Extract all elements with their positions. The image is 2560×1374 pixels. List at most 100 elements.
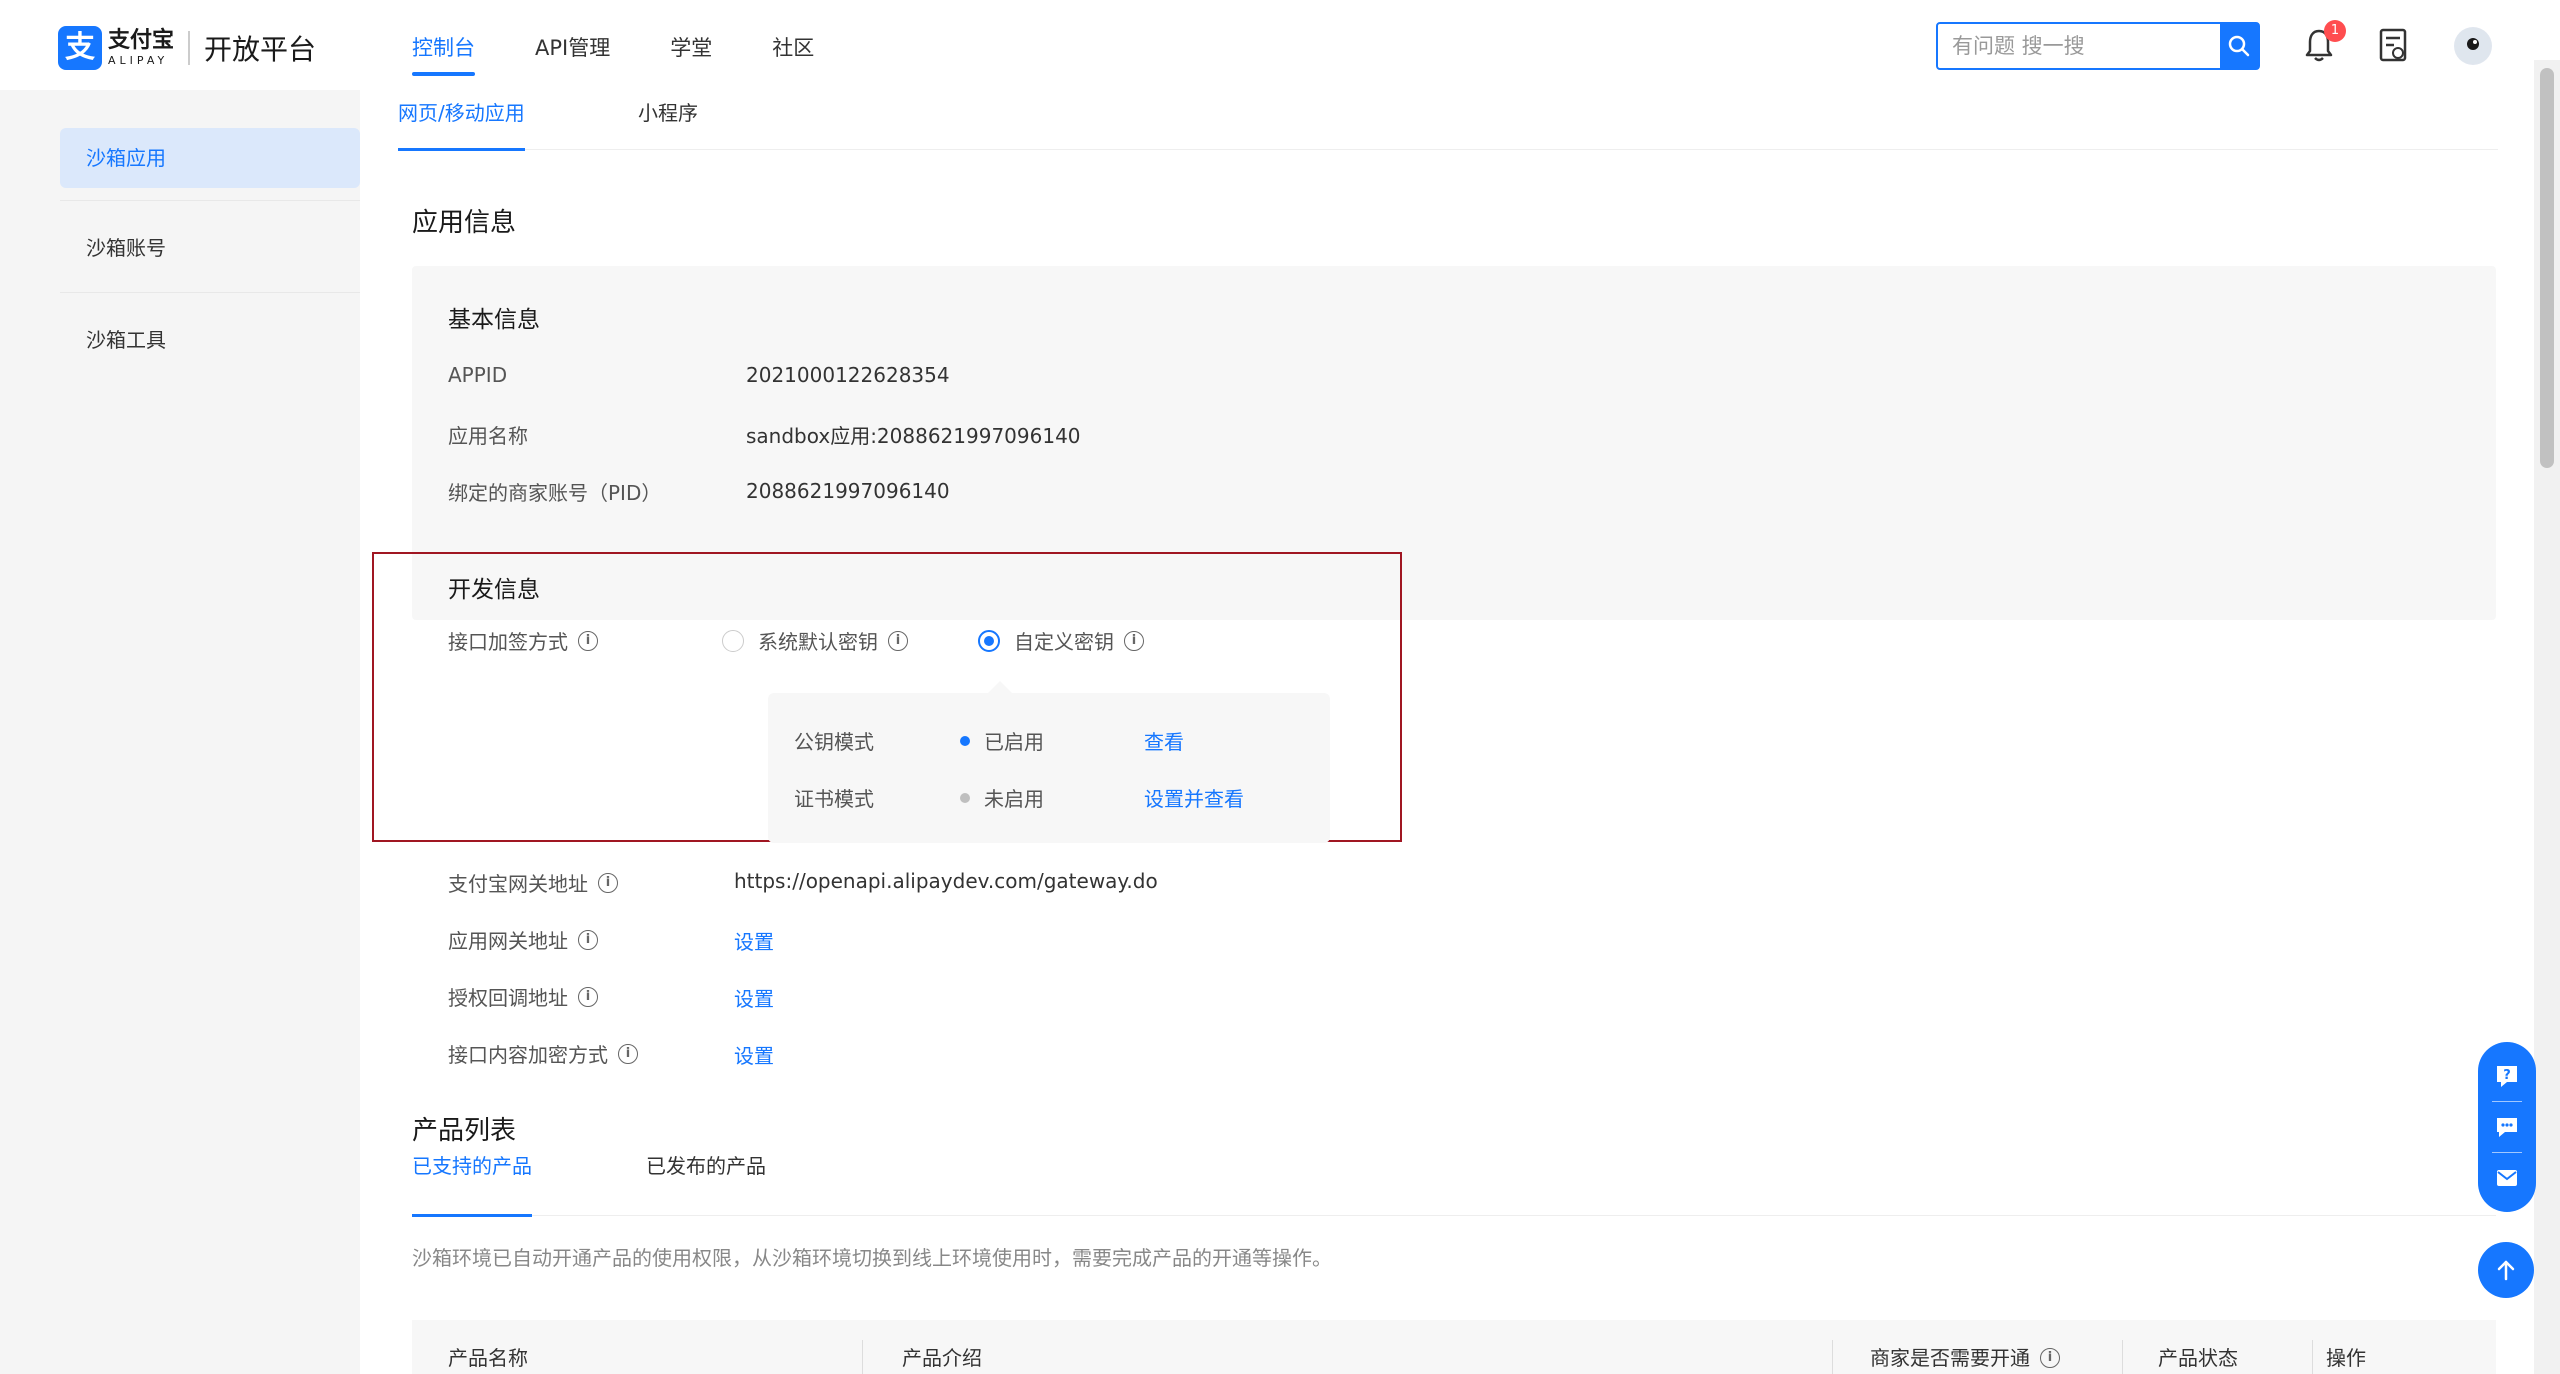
info-icon[interactable]: i [888, 630, 908, 651]
nav-console[interactable]: 控制台 [412, 0, 475, 90]
radio-circle [722, 629, 744, 652]
chat-button[interactable] [2492, 1112, 2522, 1142]
scrollbar-thumb[interactable] [2540, 68, 2554, 468]
product-tabs: 已支持的产品 已发布的产品 [412, 1148, 2496, 1217]
search-button[interactable] [2220, 24, 2258, 68]
nav-community[interactable]: 社区 [772, 0, 814, 90]
radio-default-key-label: 系统默认密钥 [758, 630, 878, 654]
alipay-gateway-value: https://openapi.alipaydev.com/gateway.do [734, 869, 1158, 893]
svg-text:?: ? [2503, 1068, 2511, 1083]
feedback-button[interactable] [2492, 1163, 2522, 1193]
main-nav: 控制台 API管理 学堂 社区 [412, 0, 874, 90]
auth-callback-text: 授权回调地址 [448, 986, 568, 1010]
alipay-gateway-label: 支付宝网关地址 i [448, 868, 618, 897]
column-product-status: 产品状态 [2158, 1346, 2238, 1370]
info-icon[interactable]: i [578, 630, 598, 651]
floating-toolbar: ? [2478, 1042, 2536, 1212]
app-name-label: 应用名称 [448, 424, 528, 448]
merchant-pid-value: 2088621997096140 [746, 479, 950, 503]
radio-default-key[interactable]: 系统默认密钥 i [722, 626, 908, 655]
set-content-encrypt-link[interactable]: 设置 [734, 1040, 774, 1069]
column-product-name: 产品名称 [448, 1346, 528, 1370]
status-disabled-dot [960, 792, 970, 803]
basic-info-title: 基本信息 [448, 307, 540, 333]
radio-circle-checked [978, 629, 1000, 652]
document-icon [2379, 28, 2407, 62]
alipay-logo[interactable]: 支 支付宝 ALIPAY 开放平台 [58, 26, 316, 70]
logo-divider [188, 31, 191, 65]
user-avatar[interactable] [2454, 27, 2492, 65]
app-gateway-label: 应用网关地址 i [448, 925, 598, 954]
sidebar-item-sandbox-app[interactable]: 沙箱应用 [60, 128, 360, 188]
sidebar-divider [60, 200, 360, 201]
tab-supported-products[interactable]: 已支持的产品 [412, 1148, 532, 1217]
platform-name: 开放平台 [204, 33, 317, 66]
content-encrypt-text: 接口内容加密方式 [448, 1043, 608, 1067]
tab-mini-program[interactable]: 小程序 [638, 90, 698, 150]
set-auth-callback-link[interactable]: 设置 [734, 983, 774, 1012]
app-info-title: 应用信息 [412, 208, 517, 238]
product-table-header: 产品名称 产品介绍 商家是否需要开通 i 产品状态 操作 [412, 1320, 2496, 1374]
search-box [1936, 22, 2260, 70]
column-divider [862, 1340, 863, 1374]
column-divider [2312, 1340, 2313, 1374]
chat-icon [2497, 1118, 2517, 1137]
logo-brand-cn: 支付宝 [108, 28, 175, 53]
info-icon[interactable]: i [618, 1043, 638, 1064]
sidebar-item-sandbox-tools[interactable]: 沙箱工具 [60, 310, 360, 370]
set-and-view-cert-link[interactable]: 设置并查看 [1144, 783, 1244, 812]
app-name-value: sandbox应用:2088621997096140 [746, 424, 1081, 448]
sidebar: 沙箱应用 沙箱账号 沙箱工具 [0, 90, 360, 1374]
column-actions: 操作 [2326, 1346, 2366, 1370]
help-icon: ? [2497, 1066, 2517, 1087]
radio-custom-key[interactable]: 自定义密钥 i [978, 626, 1144, 655]
notification-badge: 1 [2324, 20, 2346, 42]
info-icon[interactable]: i [578, 986, 598, 1007]
feedback-mail-icon [2497, 1170, 2517, 1186]
alipay-logo-icon: 支 [58, 26, 102, 70]
logo-brand-en: ALIPAY [108, 54, 169, 67]
logo-text: 支付宝 ALIPAY [108, 28, 174, 68]
set-app-gateway-link[interactable]: 设置 [734, 926, 774, 955]
dev-info-title: 开发信息 [448, 577, 540, 603]
cert-mode-status-text: 未启用 [984, 787, 1044, 811]
view-public-key-link[interactable]: 查看 [1144, 726, 1184, 755]
public-key-status: 已启用 [960, 726, 1044, 755]
toolbar-divider [2492, 1101, 2522, 1102]
column-merchant-activation: 商家是否需要开通 i [1870, 1320, 2060, 1374]
content-encrypt-label: 接口内容加密方式 i [448, 1039, 638, 1068]
public-key-mode-label: 公钥模式 [794, 730, 874, 754]
page-scrollbar[interactable] [2534, 60, 2560, 1374]
tab-web-mobile-app[interactable]: 网页/移动应用 [398, 90, 525, 151]
arrow-up-icon [2497, 1260, 2515, 1281]
document-button[interactable] [2376, 26, 2414, 66]
toolbar-divider [2492, 1152, 2522, 1153]
product-list-title: 产品列表 [412, 1116, 517, 1146]
back-to-top-button[interactable] [2478, 1242, 2534, 1298]
nav-academy[interactable]: 学堂 [670, 0, 712, 90]
radio-custom-key-label: 自定义密钥 [1014, 630, 1114, 654]
auth-callback-label: 授权回调地址 i [448, 982, 598, 1011]
column-divider [2122, 1340, 2123, 1374]
info-icon[interactable]: i [1124, 630, 1144, 651]
key-mode-panel [768, 681, 1330, 843]
search-input[interactable] [1938, 24, 2220, 68]
info-icon[interactable]: i [578, 929, 598, 950]
app-gateway-text: 应用网关地址 [448, 929, 568, 953]
top-header: 支 支付宝 ALIPAY 开放平台 控制台 API管理 学堂 社区 1 [0, 0, 2560, 90]
main-content: 网页/移动应用 小程序 应用信息 基本信息 APPID 202100012262… [360, 90, 2534, 1374]
sign-method-label: 接口加签方式 i [448, 626, 598, 655]
alipay-gateway-text: 支付宝网关地址 [448, 872, 588, 896]
help-button[interactable]: ? [2492, 1061, 2522, 1091]
info-icon[interactable]: i [598, 872, 618, 893]
appid-value: 2021000122628354 [746, 363, 950, 387]
nav-api-management[interactable]: API管理 [535, 0, 610, 90]
column-divider [1832, 1340, 1833, 1374]
notification-button[interactable]: 1 [2302, 20, 2346, 66]
tab-published-products[interactable]: 已发布的产品 [646, 1148, 766, 1216]
info-icon[interactable]: i [2040, 1348, 2060, 1368]
product-hint-text: 沙箱环境已自动开通产品的使用权限，从沙箱环境切换到线上环境使用时，需要完成产品的… [412, 1246, 1332, 1270]
column-merchant-activation-text: 商家是否需要开通 [1870, 1346, 2030, 1370]
sidebar-item-sandbox-account[interactable]: 沙箱账号 [60, 218, 360, 278]
cert-mode-label: 证书模式 [794, 787, 874, 811]
